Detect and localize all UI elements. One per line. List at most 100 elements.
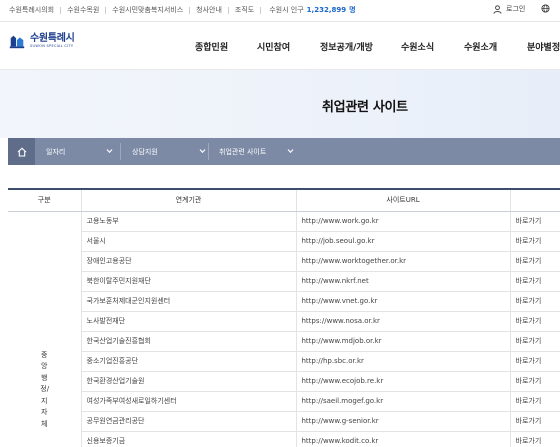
- language-button[interactable]: [541, 4, 550, 13]
- shortcut-cell: 바로가기: [509, 371, 560, 392]
- population-info: 수원시 인구 1,232,899 명: [269, 5, 355, 15]
- site-url-link[interactable]: http://job.seoul.go.kr: [302, 237, 375, 245]
- shortcut-link[interactable]: 바로가기: [516, 397, 542, 405]
- shortcut-link[interactable]: 바로가기: [516, 437, 542, 445]
- family-links: 수원특례시의회 수원수목원 수원시민맞춤복지서비스 청사안내 조직도 수원시 인…: [9, 5, 356, 15]
- link-arboretum[interactable]: 수원수목원: [67, 5, 99, 15]
- shortcut-link[interactable]: 바로가기: [516, 257, 542, 265]
- divider: [227, 6, 229, 14]
- shortcut-link[interactable]: 바로가기: [516, 277, 542, 285]
- shortcut-cell: 바로가기: [509, 291, 560, 312]
- location-depth2-label: 상담지원: [132, 147, 158, 156]
- shortcut-cell: 바로가기: [509, 211, 560, 232]
- shortcut-link[interactable]: 바로가기: [516, 297, 542, 305]
- org-cell: 장애인고용공단: [80, 251, 296, 272]
- divider: [208, 143, 209, 160]
- divider: [105, 6, 107, 14]
- shortcut-cell: 바로가기: [509, 331, 560, 352]
- site-url-link[interactable]: http://www.g-senior.kr: [302, 417, 379, 425]
- org-cell: 한국산업기술진흥협회: [80, 331, 296, 352]
- url-cell: http://www.nkrf.net: [295, 271, 510, 292]
- shortcut-cell: 바로가기: [509, 431, 560, 447]
- chevron-down-icon: [199, 149, 206, 154]
- shortcut-link[interactable]: 바로가기: [516, 337, 542, 345]
- suwon-emblem-icon: [8, 32, 26, 50]
- shortcut-link[interactable]: 바로가기: [516, 377, 542, 385]
- org-cell: 신용보증기금: [80, 431, 296, 447]
- shortcut-cell: 바로가기: [509, 351, 560, 372]
- site-url-link[interactable]: http://www.work.go.kr: [302, 217, 379, 225]
- org-cell: 중소기업진흥공단: [80, 351, 296, 372]
- site-header: 수원특례시 SUWON SPECIAL CITY 종합민원 시민참여 정보공개/…: [0, 22, 560, 70]
- org-cell: 서울시: [80, 231, 296, 252]
- link-organization[interactable]: 조직도: [235, 5, 254, 15]
- site-url-link[interactable]: http://hp.sbc.or.kr: [302, 357, 364, 365]
- table-header-row: 구분 연계기관 사이트URL 바로: [8, 188, 560, 212]
- shortcut-cell: 바로가기: [509, 311, 560, 332]
- url-cell: http://job.seoul.go.kr: [295, 231, 510, 252]
- shortcut-link[interactable]: 바로가기: [516, 357, 542, 365]
- url-cell: https://www.nosa.or.kr: [295, 311, 510, 332]
- header-site-url: 사이트URL: [295, 188, 510, 212]
- table-row: 서울시 http://job.seoul.go.kr 바로가기: [8, 231, 560, 252]
- login-button[interactable]: 로그인: [493, 4, 525, 14]
- link-cityhall-guide[interactable]: 청사안내: [196, 5, 222, 15]
- shortcut-link[interactable]: 바로가기: [516, 237, 542, 245]
- table-row: 한국환경산업기술원 http://www.ecojob.re.kr 바로가기: [8, 371, 560, 392]
- gnb-participation[interactable]: 시민참여: [257, 40, 290, 53]
- divider: [189, 6, 191, 14]
- page-title: 취업관련 사이트: [322, 100, 408, 115]
- org-cell: 여성가족부여성새로일하기센터: [80, 391, 296, 412]
- location-depth3[interactable]: 취업관련 사이트: [219, 138, 299, 165]
- gnb-by-field[interactable]: 분야별정: [527, 40, 560, 53]
- shortcut-link[interactable]: 바로가기: [516, 417, 542, 425]
- table-row: 중앙행정/지자체 고용노동부 http://www.work.go.kr 바로가…: [8, 211, 560, 447]
- site-url-link[interactable]: https://www.nosa.or.kr: [302, 317, 380, 325]
- url-cell: http://www.ecojob.re.kr: [295, 371, 510, 392]
- org-cell: 공무원연금관리공단: [80, 411, 296, 432]
- link-welfare[interactable]: 수원시민맞춤복지서비스: [112, 5, 183, 15]
- logo-subtitle: SUWON SPECIAL CITY: [30, 44, 74, 48]
- shortcut-cell: 바로가기: [509, 251, 560, 272]
- site-url-link[interactable]: http://www.ecojob.re.kr: [302, 377, 384, 385]
- shortcut-link[interactable]: 바로가기: [516, 217, 542, 225]
- location-depth1-label: 일자리: [46, 147, 66, 156]
- home-button[interactable]: [8, 138, 35, 165]
- url-cell: http://www.vnet.go.kr: [295, 291, 510, 312]
- gnb-information[interactable]: 정보공개/개방: [320, 40, 373, 53]
- org-cell: 고용노동부: [80, 211, 296, 232]
- login-label: 로그인: [506, 5, 526, 13]
- chevron-down-icon: [106, 149, 113, 154]
- category-cell: 중앙행정/지자체: [8, 211, 81, 447]
- site-logo[interactable]: 수원특례시 SUWON SPECIAL CITY: [8, 32, 75, 50]
- url-cell: http://saeil.mogef.go.kr: [295, 391, 510, 412]
- site-url-link[interactable]: http://www.mdjob.or.kr: [302, 337, 382, 345]
- population-label: 수원시 인구: [269, 6, 304, 14]
- table-row: 국가보훈처제대군인지원센터 http://www.vnet.go.kr 바로가기: [8, 291, 560, 312]
- header-category: 구분: [8, 188, 81, 212]
- table-row: 장애인고용공단 http://www.worktogether.or.kr 바로…: [8, 251, 560, 272]
- shortcut-cell: 바로가기: [509, 411, 560, 432]
- table-row: 북한이탈주민지원재단 http://www.nkrf.net 바로가기: [8, 271, 560, 292]
- org-cell: 국가보훈처제대군인지원센터: [80, 291, 296, 312]
- table-row: 여성가족부여성새로일하기센터 http://saeil.mogef.go.kr …: [8, 391, 560, 412]
- gnb-about[interactable]: 수원소개: [464, 40, 497, 53]
- gnb-news[interactable]: 수원소식: [401, 40, 434, 53]
- header-organization: 연계기관: [80, 188, 296, 212]
- site-url-link[interactable]: http://saeil.mogef.go.kr: [302, 397, 384, 405]
- location-depth2[interactable]: 상담지원: [132, 138, 210, 165]
- shortcut-link[interactable]: 바로가기: [516, 317, 542, 325]
- url-cell: http://www.kodit.co.kr: [295, 431, 510, 447]
- user-icon: [493, 4, 502, 14]
- link-council[interactable]: 수원특례시의회: [9, 5, 54, 15]
- url-cell: http://www.mdjob.or.kr: [295, 331, 510, 352]
- divider: [60, 6, 62, 14]
- home-icon: [17, 147, 26, 157]
- location-bar: 일자리 상담지원 취업관련 사이트: [8, 138, 560, 165]
- site-url-link[interactable]: http://www.worktogether.or.kr: [302, 257, 407, 265]
- site-url-link[interactable]: http://www.kodit.co.kr: [302, 437, 379, 445]
- site-url-link[interactable]: http://www.vnet.go.kr: [302, 297, 378, 305]
- site-url-link[interactable]: http://www.nkrf.net: [302, 277, 369, 285]
- gnb-civil-service[interactable]: 종합민원: [195, 40, 228, 53]
- location-depth1[interactable]: 일자리: [46, 138, 118, 165]
